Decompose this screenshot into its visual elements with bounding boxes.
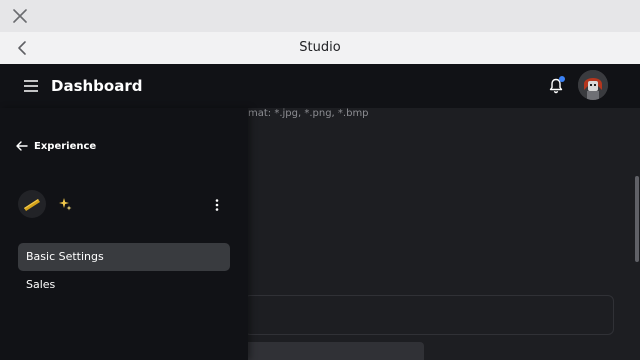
studio-title-bar: Studio bbox=[0, 32, 640, 65]
close-button[interactable] bbox=[10, 6, 30, 26]
arrow-left-icon bbox=[16, 141, 28, 151]
nav-item-sales[interactable]: Sales bbox=[18, 271, 230, 299]
notification-dot bbox=[559, 76, 565, 82]
window-title: Studio bbox=[299, 40, 341, 55]
menu-button[interactable] bbox=[22, 77, 40, 95]
more-options-button[interactable] bbox=[210, 196, 224, 214]
file-format-hint: mat: *.jpg, *.png, *.bmp bbox=[248, 108, 369, 119]
nav-item-basic-settings[interactable]: Basic Settings bbox=[18, 243, 230, 271]
scrollbar[interactable] bbox=[635, 176, 639, 262]
window-top-bar bbox=[0, 0, 640, 32]
content-panel bbox=[244, 295, 614, 335]
hamburger-menu-icon bbox=[24, 80, 38, 92]
avatar[interactable] bbox=[578, 70, 608, 100]
sparkle-icon bbox=[59, 198, 72, 211]
experience-label: Experience bbox=[34, 140, 97, 152]
navigation-drawer: Experience Basic Settings Sales bbox=[0, 108, 248, 360]
more-vertical-icon bbox=[215, 199, 219, 211]
page-title: Dashboard bbox=[51, 77, 143, 95]
experience-back-link[interactable]: Experience bbox=[16, 138, 96, 154]
game-thumbnail-icon bbox=[24, 199, 40, 211]
experience-thumbnail[interactable] bbox=[18, 190, 46, 218]
user-avatar-icon bbox=[578, 70, 608, 100]
close-icon bbox=[13, 9, 27, 23]
app-header: Dashboard bbox=[0, 64, 640, 108]
